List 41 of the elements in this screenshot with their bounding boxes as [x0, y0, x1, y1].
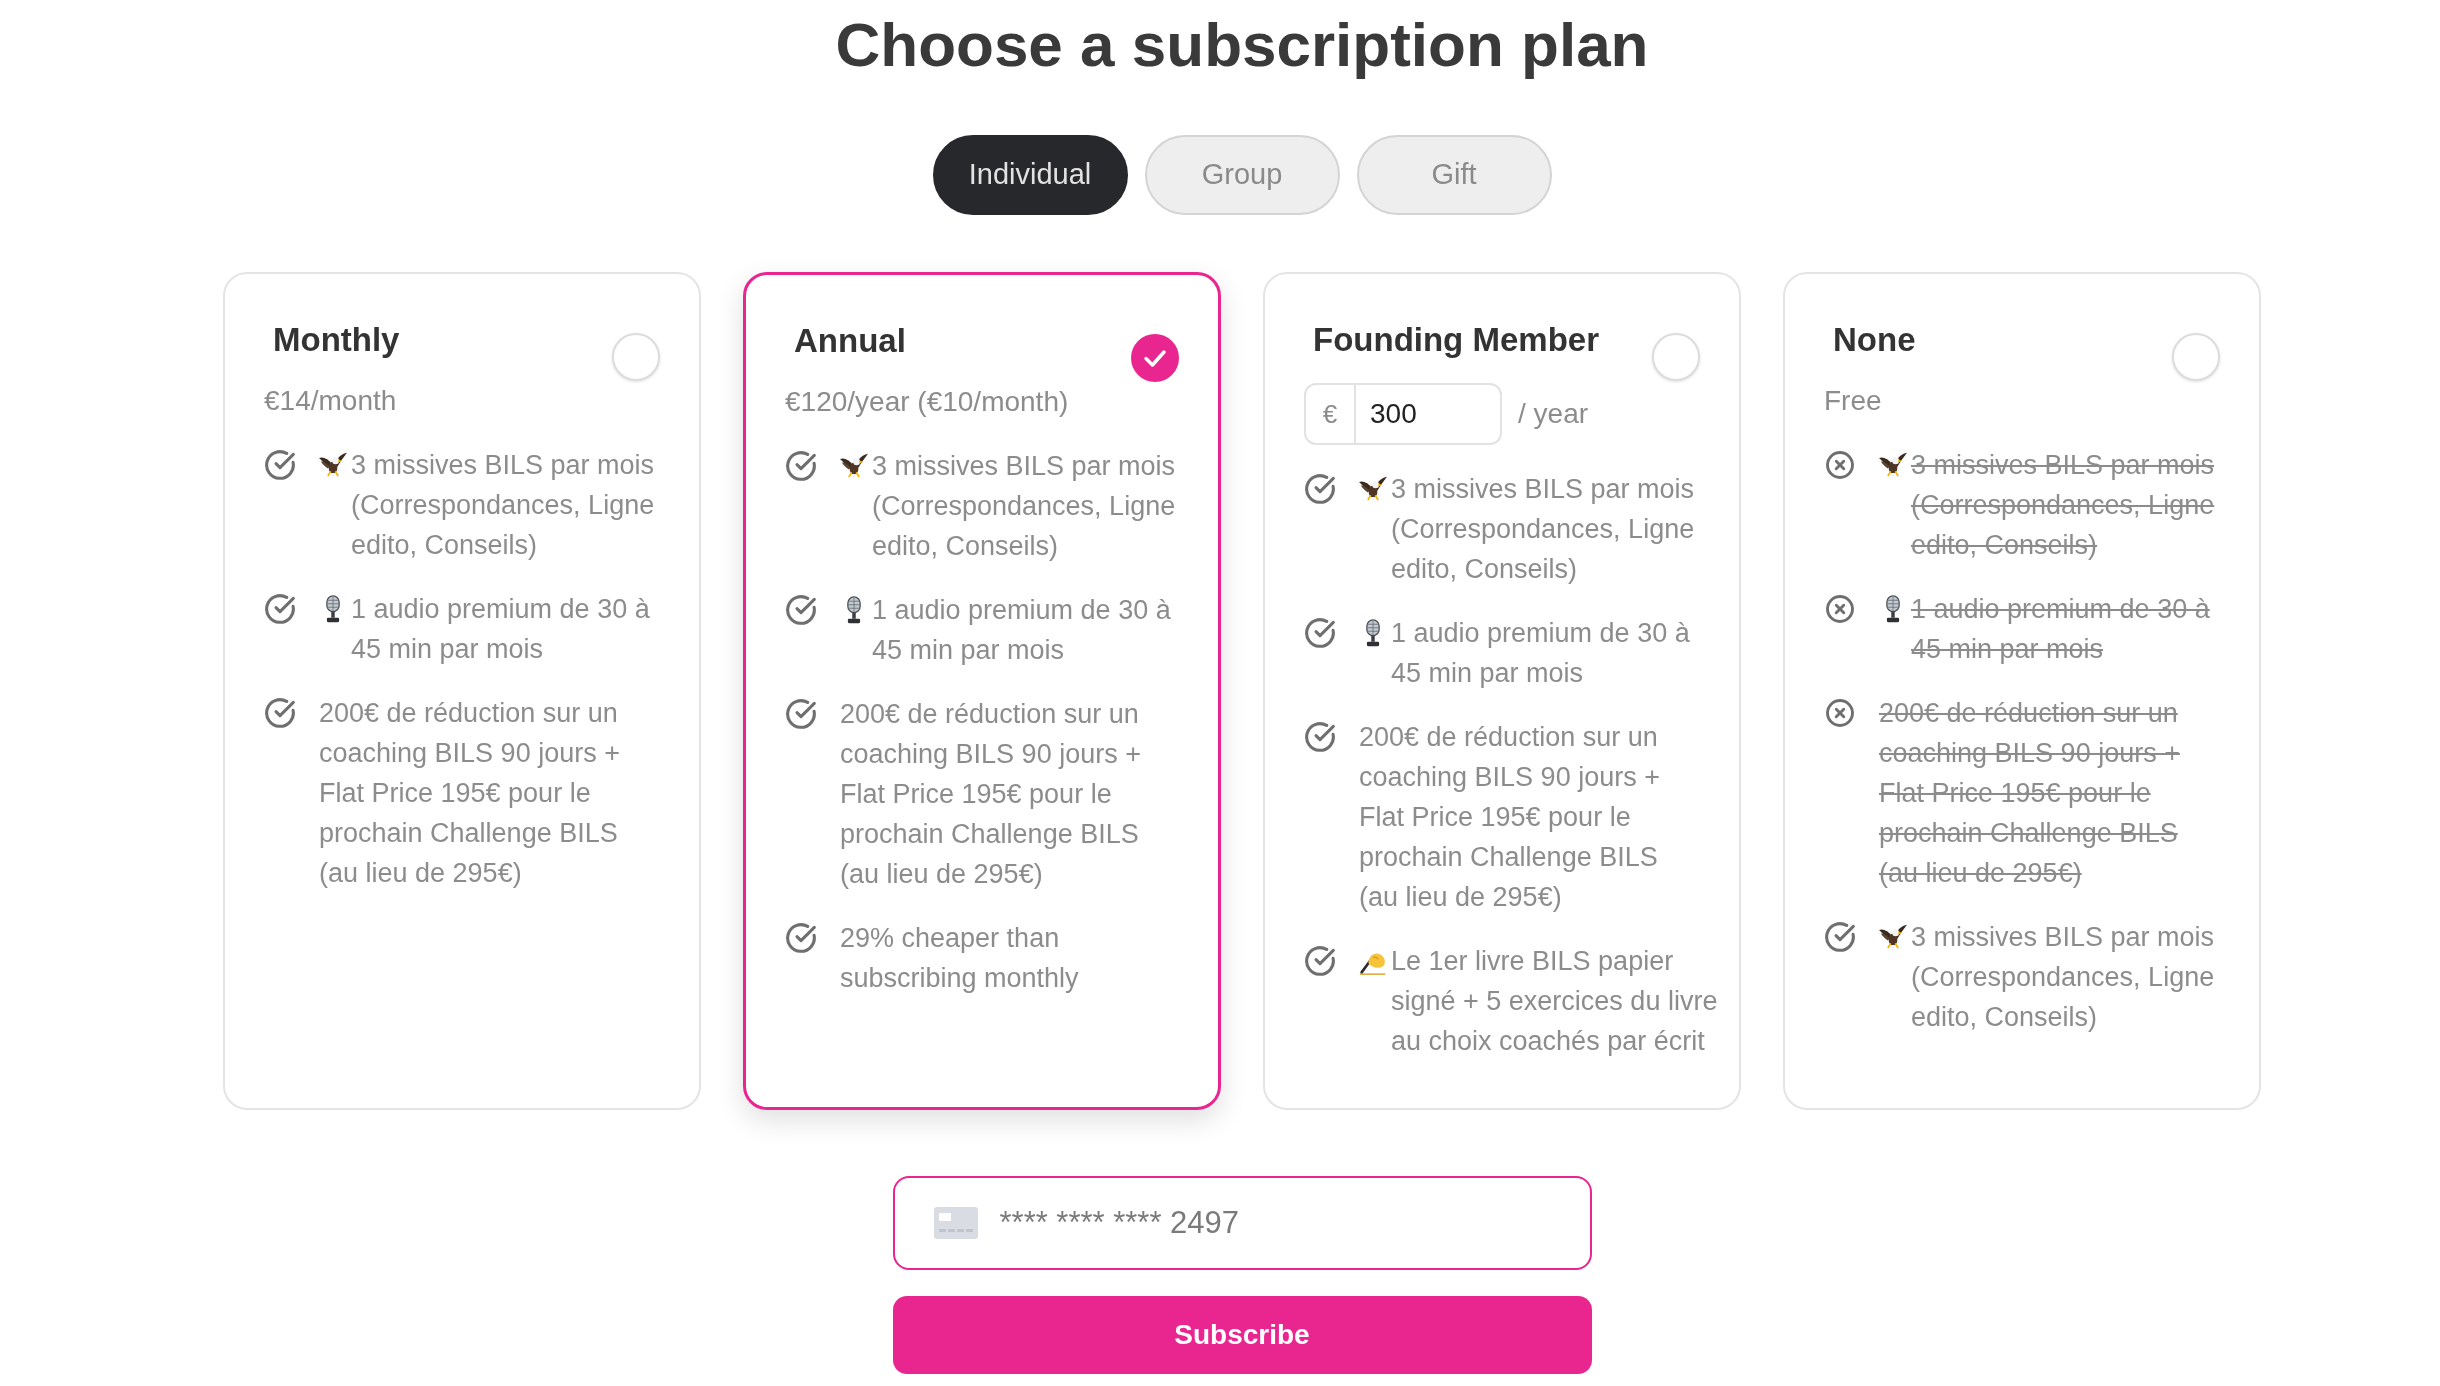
feature-text: 3 missives BILS par mois (Correspondances, Ligne edito, Conseils)	[351, 449, 656, 562]
feature-text: 200€ de réduction sur un coaching BILS 90 jours + Flat Price 195€ pour le prochain Challenge BILS (au lieu de 295€)	[840, 698, 1142, 891]
feature-text: 200€ de réduction sur un coaching BILS 90 jours + Flat Price 195€ pour le prochain Challenge BILS (au lieu de 295€)	[1879, 697, 2181, 890]
feature-text: 1 audio premium de 30 à 45 min par mois	[1911, 593, 2211, 666]
plan-title: Founding Member	[1313, 320, 1599, 360]
eagle-icon	[840, 452, 868, 480]
price-period: / year	[1518, 397, 1589, 431]
page-title: Choose a subscription plan	[835, 10, 1649, 80]
plan-price: €14/month	[264, 384, 397, 418]
feature-text: 1 audio premium de 30 à 45 min par mois	[1391, 617, 1691, 690]
eagle-icon	[1359, 475, 1387, 503]
credit-card-icon	[933, 1207, 978, 1239]
feature-text: 3 missives BILS par mois (Correspondances, Ligne edito, Conseils)	[1391, 473, 1696, 586]
eagle-icon	[319, 451, 347, 479]
feature-text: 29% cheaper than subscribing monthly	[840, 922, 1080, 995]
feature-text: 1 audio premium de 30 à 45 min par mois	[351, 593, 651, 666]
feature-text: 3 missives BILS par mois (Correspondances, Ligne edito, Conseils)	[872, 450, 1177, 563]
feature-text: 3 missives BILS par mois (Correspondances, Ligne edito, Conseils)	[1911, 449, 2216, 562]
plan-tab[interactable]: Gift	[1356, 135, 1552, 215]
card-number-field[interactable]: **** **** **** 2497	[892, 1176, 1592, 1270]
radio-checked-icon[interactable]	[1131, 334, 1179, 382]
radio-button[interactable]	[2172, 333, 2220, 381]
eagle-icon	[1879, 923, 1907, 951]
feature-text: 1 audio premium de 30 à 45 min par mois	[872, 594, 1172, 667]
plan-price: Free	[1824, 384, 1882, 418]
feature-text: 200€ de réduction sur un coaching BILS 90 jours + Flat Price 195€ pour le prochain Challenge BILS (au lieu de 295€)	[319, 697, 621, 890]
plan-price: €120/year (€10/month)	[785, 385, 1069, 419]
plan-title: Annual	[794, 321, 906, 361]
feature-text: 3 missives BILS par mois (Correspondances, Ligne edito, Conseils)	[1911, 921, 2216, 1034]
plan-card[interactable]	[743, 272, 1221, 1110]
plan-tab[interactable]: Group	[1144, 135, 1340, 215]
radio-button[interactable]	[612, 333, 660, 381]
plan-title: None	[1833, 320, 1916, 360]
plan-title: Monthly	[273, 320, 400, 360]
feature-text: Le 1er livre BILS papier signé + 5 exercices du livre au choix coachés par écrit	[1391, 945, 1719, 1058]
feature-text: 200€ de réduction sur un coaching BILS 90 jours + Flat Price 195€ pour le prochain Challenge BILS (au lieu de 295€)	[1359, 721, 1661, 914]
eagle-icon	[1879, 451, 1907, 479]
price-input[interactable]: 300	[1356, 383, 1502, 445]
subscribe-button[interactable]: Subscribe	[892, 1296, 1592, 1374]
radio-button[interactable]	[1652, 333, 1700, 381]
plan-tab[interactable]: Individual	[932, 135, 1128, 215]
